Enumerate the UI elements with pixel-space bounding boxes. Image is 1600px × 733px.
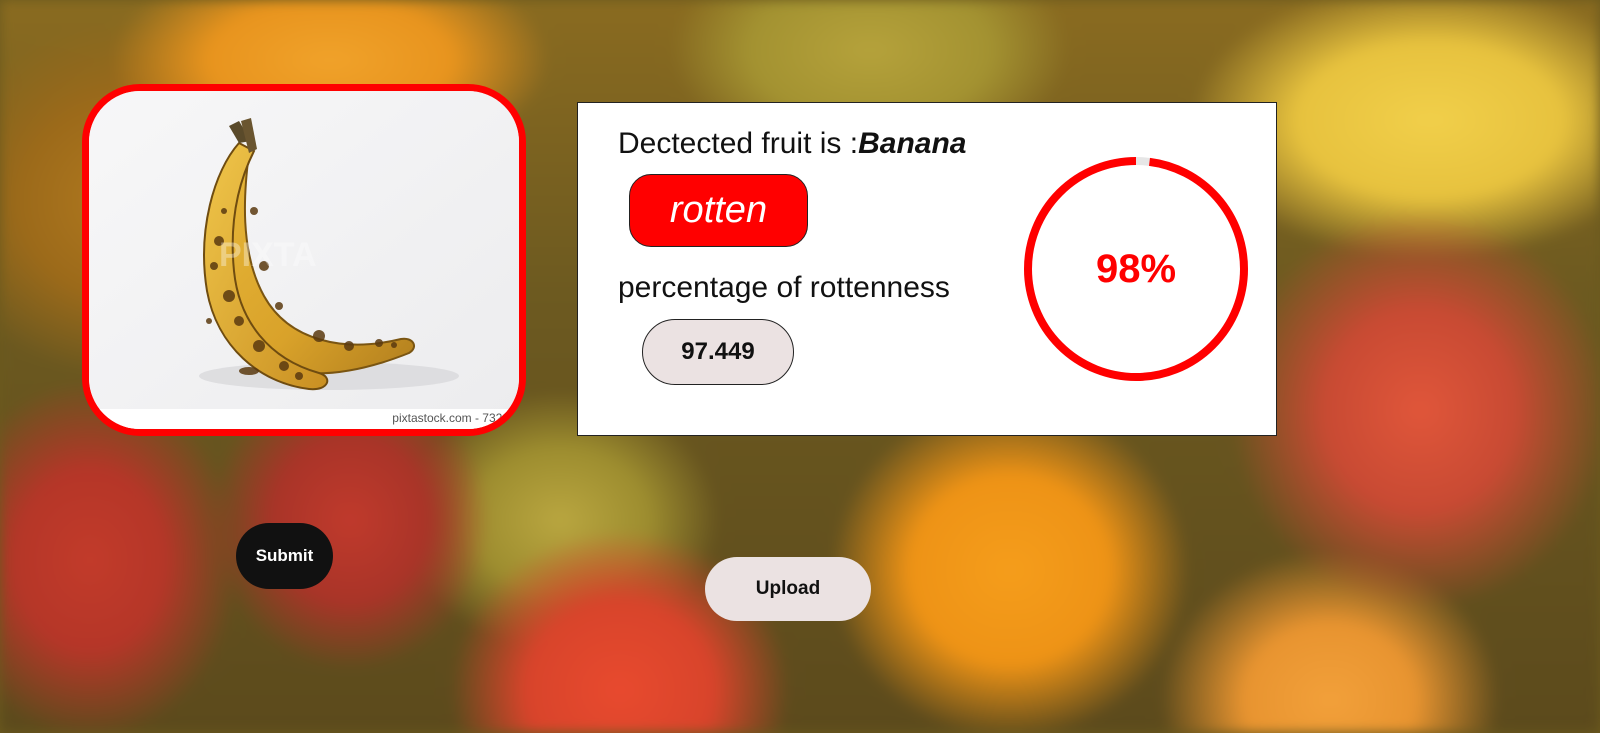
rottenness-value: 97.449 <box>642 319 794 385</box>
result-panel: Dectected fruit is :Banana rotten percen… <box>577 102 1277 436</box>
status-badge: rotten <box>629 174 808 247</box>
gauge-percent-text: 98% <box>1095 246 1177 291</box>
rottenness-gauge: 98% <box>1021 154 1251 384</box>
page: PIXTA pixtastock.com - 7328 Dectected fr… <box>0 0 1600 733</box>
fruit-name: Banana <box>858 127 967 160</box>
banana-image: PIXTA <box>89 91 519 429</box>
svg-text:PIXTA: PIXTA <box>219 236 317 274</box>
submit-button[interactable]: Submit <box>236 523 333 589</box>
uploaded-image-frame: PIXTA pixtastock.com - 7328 <box>82 84 526 436</box>
detected-fruit-line: Dectected fruit is :Banana <box>618 127 966 161</box>
upload-button[interactable]: Upload <box>705 557 871 621</box>
detected-prefix: Dectected fruit is : <box>618 127 859 160</box>
image-watermark: pixtastock.com - 7328 <box>392 411 509 425</box>
rottenness-label: percentage of rottenness <box>618 271 950 304</box>
